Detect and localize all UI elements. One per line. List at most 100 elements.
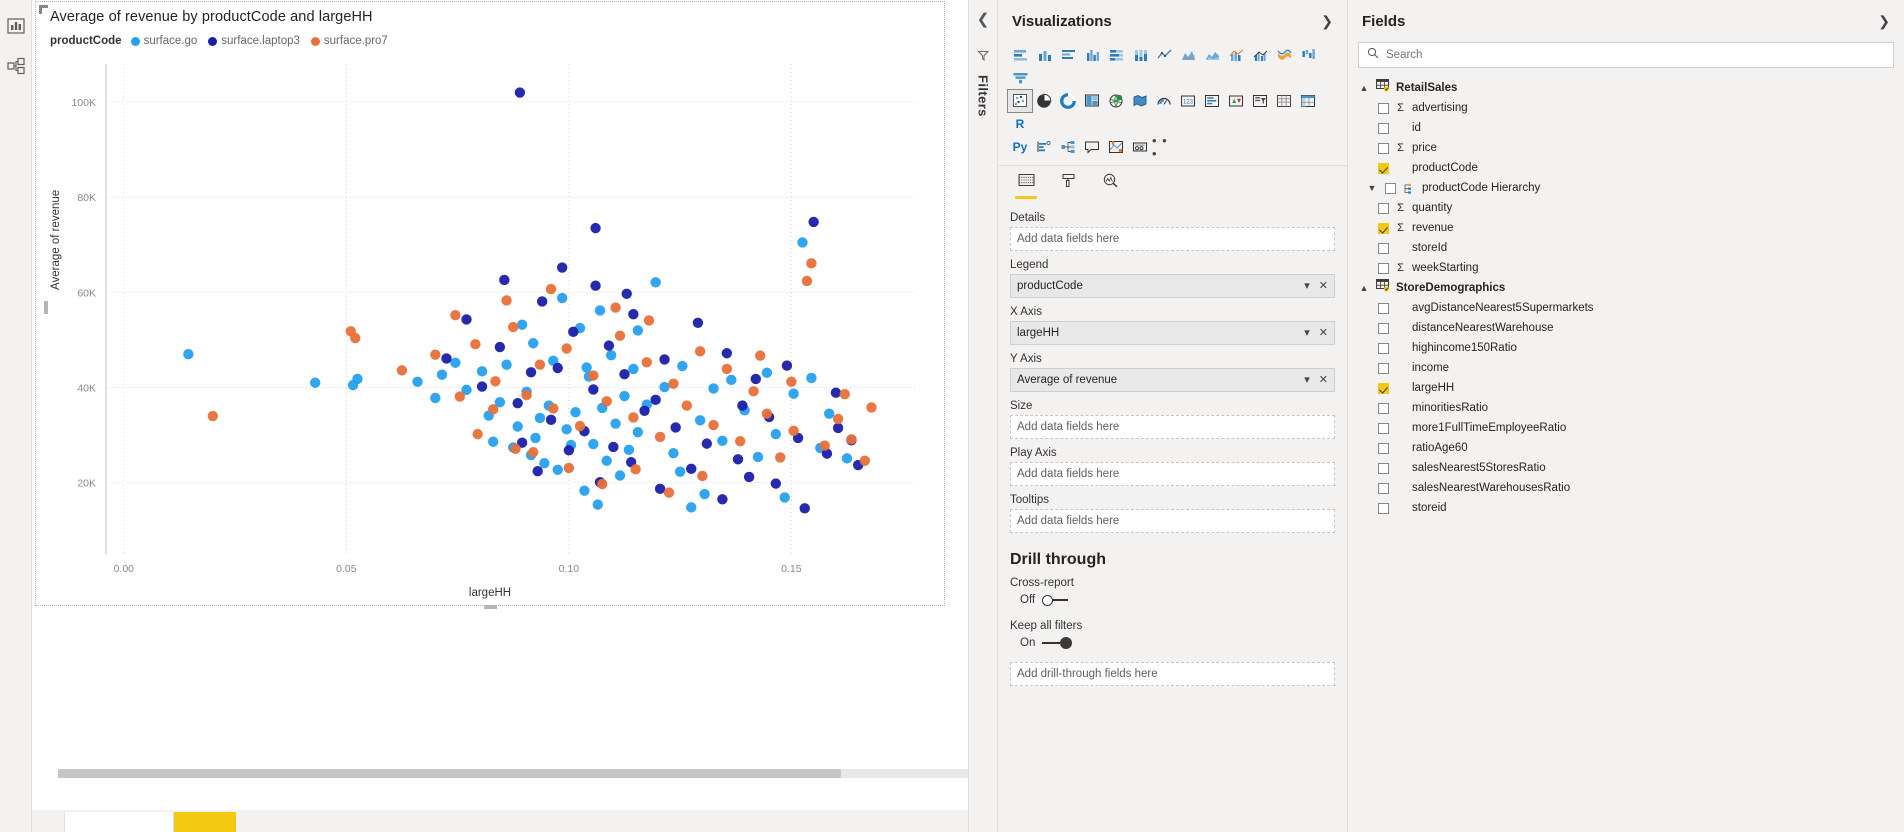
r-script-visual-icon[interactable]: R	[1008, 113, 1032, 135]
field-storeid[interactable]: Σstoreid	[1348, 498, 1904, 518]
toggle-on-switch[interactable]	[1042, 637, 1073, 649]
kpi-icon[interactable]	[1224, 90, 1248, 112]
waterfall-chart-icon[interactable]	[1296, 44, 1320, 66]
key-influencers-icon[interactable]	[1032, 136, 1056, 158]
well-x-axis[interactable]: largeHH ▾ ✕	[1010, 321, 1335, 345]
line-stacked-column-chart-icon[interactable]	[1224, 44, 1248, 66]
plot-area[interactable]: 20K 40K 60K 80K 100K 0.00 0.05 0.10 0.15 Average…	[36, 54, 944, 609]
card-icon[interactable]: 123	[1176, 90, 1200, 112]
field-salesNearest5StoresRatio[interactable]: ΣsalesNearest5StoresRatio	[1348, 458, 1904, 478]
chevron-down-icon[interactable]: ▾	[1304, 374, 1310, 386]
map-icon[interactable]	[1104, 90, 1128, 112]
field-productCode-Hierarchy[interactable]: ▼ productCode Hierarchy	[1348, 178, 1904, 198]
field-checkbox[interactable]	[1378, 222, 1389, 234]
field-largeHH[interactable]: ΣlargeHH	[1348, 378, 1904, 398]
field-weekStarting[interactable]: ΣweekStarting	[1348, 258, 1904, 278]
fields-tab[interactable]	[1012, 173, 1040, 199]
field-checkbox[interactable]	[1378, 302, 1389, 314]
cross-report-toggle[interactable]: Off	[1020, 594, 1335, 606]
field-checkbox[interactable]	[1378, 162, 1389, 174]
well-y-axis[interactable]: Average of revenue ▾ ✕	[1010, 368, 1335, 392]
field-more1FullTimeEmployeeRatio[interactable]: Σmore1FullTimeEmployeeRatio	[1348, 418, 1904, 438]
field-checkbox[interactable]	[1378, 142, 1389, 154]
field-checkbox[interactable]	[1378, 102, 1389, 114]
x-axis-grip[interactable]	[484, 605, 497, 609]
scatter-chart-icon[interactable]	[1007, 89, 1033, 113]
search-box[interactable]	[1358, 42, 1894, 68]
field-advertising[interactable]: Σadvertising	[1348, 98, 1904, 118]
well-play-axis[interactable]: Add data fields here	[1010, 462, 1335, 486]
arcgis-map-icon[interactable]	[1104, 136, 1128, 158]
q-and-a-icon[interactable]	[1080, 136, 1104, 158]
clustered-column-chart-icon[interactable]	[1080, 44, 1104, 66]
field-checkbox[interactable]	[1378, 382, 1389, 394]
matrix-icon[interactable]	[1296, 90, 1320, 112]
well-tooltips[interactable]: Add data fields here	[1010, 509, 1335, 533]
stacked-bar-chart-icon[interactable]	[1008, 44, 1032, 66]
field-checkbox[interactable]	[1378, 342, 1389, 354]
field-id[interactable]: Σid	[1348, 118, 1904, 138]
multi-row-card-icon[interactable]	[1200, 90, 1224, 112]
field-checkbox[interactable]	[1378, 122, 1389, 134]
chevron-up-icon[interactable]: ▲	[1358, 83, 1370, 93]
legend-item-0[interactable]: surface.go	[130, 35, 197, 47]
well-details[interactable]: Add data fields here	[1010, 227, 1335, 251]
field-avgDistanceNearest5Supermarkets[interactable]: ΣavgDistanceNearest5Supermarkets	[1348, 298, 1904, 318]
remove-field-icon[interactable]: ✕	[1319, 374, 1328, 386]
field-checkbox[interactable]	[1378, 402, 1389, 414]
page-tab-active-indicator[interactable]	[174, 812, 236, 832]
donut-chart-icon[interactable]	[1056, 90, 1080, 112]
drill-through-drop-zone[interactable]: Add drill-through fields here	[1010, 662, 1335, 686]
slicer-icon[interactable]	[1248, 90, 1272, 112]
hundred-percent-stacked-bar-chart-icon[interactable]	[1104, 44, 1128, 66]
decomposition-tree-icon[interactable]	[1056, 136, 1080, 158]
field-productCode[interactable]: ΣproductCode	[1348, 158, 1904, 178]
scatter-chart-visual[interactable]: Average of revenue by productCode and la…	[35, 1, 945, 609]
fields-table-retailsales[interactable]: ▲ RetailSales	[1348, 78, 1904, 98]
pie-chart-icon[interactable]	[1032, 90, 1056, 112]
area-chart-icon[interactable]	[1176, 44, 1200, 66]
stacked-area-chart-icon[interactable]	[1200, 44, 1224, 66]
legend-item-1[interactable]: surface.laptop3	[208, 35, 300, 47]
search-input[interactable]	[1386, 49, 1885, 61]
field-checkbox[interactable]	[1385, 182, 1396, 194]
well-legend[interactable]: productCode ▾ ✕	[1010, 274, 1335, 298]
field-storeId[interactable]: ΣstoreId	[1348, 238, 1904, 258]
treemap-icon[interactable]	[1080, 90, 1104, 112]
paginated-report-icon[interactable]	[1128, 136, 1152, 158]
report-page[interactable]: Average of revenue by productCode and la…	[32, 0, 968, 800]
ribbon-chart-icon[interactable]	[1272, 44, 1296, 66]
field-checkbox[interactable]	[1378, 322, 1389, 334]
field-highincome150Ratio[interactable]: Σhighincome150Ratio	[1348, 338, 1904, 358]
toggle-off-switch[interactable]	[1042, 594, 1069, 606]
scatter-plot-svg[interactable]: 20K 40K 60K 80K 100K 0.00 0.05 0.10 0.15	[36, 54, 944, 605]
format-tab[interactable]	[1054, 173, 1082, 199]
chevron-down-icon[interactable]: ▼	[1366, 183, 1378, 193]
canvas-horizontal-scrollbar[interactable]	[58, 769, 968, 778]
field-price[interactable]: Σprice	[1348, 138, 1904, 158]
field-checkbox[interactable]	[1378, 202, 1389, 214]
field-checkbox[interactable]	[1378, 502, 1389, 514]
funnel-chart-icon[interactable]	[1008, 67, 1032, 89]
field-checkbox[interactable]	[1378, 362, 1389, 374]
remove-field-icon[interactable]: ✕	[1319, 280, 1328, 292]
python-visual-icon[interactable]: Py	[1008, 136, 1032, 158]
more-visuals-icon[interactable]: • • •	[1152, 134, 1176, 160]
line-clustered-column-chart-icon[interactable]	[1248, 44, 1272, 66]
chevron-down-icon[interactable]: ▾	[1304, 280, 1310, 292]
chevron-up-icon[interactable]: ▲	[1358, 283, 1370, 293]
filled-map-icon[interactable]	[1128, 90, 1152, 112]
analytics-tab[interactable]	[1096, 173, 1124, 199]
line-chart-icon[interactable]	[1152, 44, 1176, 66]
y-axis-grip[interactable]	[44, 301, 48, 314]
canvas-scroll-thumb[interactable]	[58, 769, 841, 778]
bar-chart-icon[interactable]	[6, 16, 26, 36]
field-revenue[interactable]: Σrevenue	[1348, 218, 1904, 238]
stacked-column-chart-icon[interactable]	[1032, 44, 1056, 66]
table-icon[interactable]	[1272, 90, 1296, 112]
field-salesNearestWarehousesRatio[interactable]: ΣsalesNearestWarehousesRatio	[1348, 478, 1904, 498]
field-checkbox[interactable]	[1378, 242, 1389, 254]
field-ratioAge60[interactable]: ΣratioAge60	[1348, 438, 1904, 458]
visual-resize-handle[interactable]	[39, 5, 48, 14]
field-checkbox[interactable]	[1378, 462, 1389, 474]
